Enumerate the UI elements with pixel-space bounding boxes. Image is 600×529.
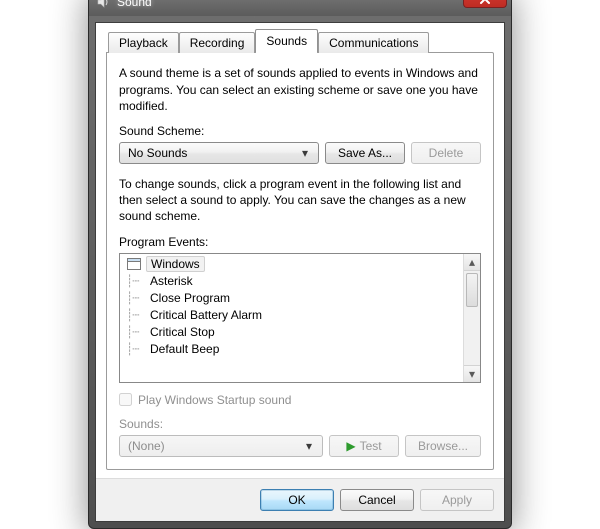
play-icon: ▶ [346, 439, 355, 453]
sound-app-icon [95, 0, 111, 10]
tree-item[interactable]: ┊┄Close Program [126, 290, 463, 307]
tree-item[interactable]: ┊┄Critical Stop [126, 324, 463, 341]
window-title: Sound [117, 0, 152, 9]
scheme-value: No Sounds [128, 146, 296, 160]
program-events-tree[interactable]: Windows ┊┄Asterisk ┊┄Close Program ┊┄Cri… [119, 253, 481, 383]
tab-communications[interactable]: Communications [318, 32, 429, 53]
save-as-button[interactable]: Save As... [325, 142, 405, 164]
scroll-track[interactable] [464, 271, 480, 365]
scheme-dropdown[interactable]: No Sounds ▾ [119, 142, 319, 164]
ok-button[interactable]: OK [260, 489, 334, 511]
tree-root-windows[interactable]: Windows [126, 256, 463, 273]
scheme-label: Sound Scheme: [119, 124, 481, 138]
tab-recording[interactable]: Recording [179, 32, 256, 53]
sound-dialog: Sound Playback Recording Sounds Communic… [88, 0, 512, 529]
tree-item[interactable]: ┊┄Critical Battery Alarm [126, 307, 463, 324]
test-button: ▶Test [329, 435, 399, 457]
tree-scrollbar[interactable]: ▴ ▾ [463, 254, 480, 382]
close-button[interactable] [463, 0, 507, 8]
close-icon [479, 0, 491, 4]
scroll-down-icon[interactable]: ▾ [464, 365, 480, 382]
titlebar[interactable]: Sound [89, 0, 511, 16]
client-area: Playback Recording Sounds Communications… [95, 22, 505, 521]
program-events-label: Program Events: [119, 235, 481, 249]
windows-category-icon [126, 257, 142, 271]
apply-button: Apply [420, 489, 494, 511]
delete-button: Delete [411, 142, 481, 164]
scroll-up-icon[interactable]: ▴ [464, 254, 480, 271]
startup-sound-input [119, 393, 132, 406]
tree-item[interactable]: ┊┄Default Beep [126, 341, 463, 358]
sounds-label: Sounds: [119, 417, 481, 431]
scheme-description: A sound theme is a set of sounds applied… [119, 65, 481, 114]
sounds-value: (None) [128, 439, 300, 453]
change-description: To change sounds, click a program event … [119, 176, 481, 225]
chevron-down-icon: ▾ [296, 146, 314, 160]
tab-playback[interactable]: Playback [108, 32, 179, 53]
scroll-thumb[interactable] [466, 273, 478, 307]
startup-sound-checkbox: Play Windows Startup sound [119, 393, 481, 407]
dialog-footer: OK Cancel Apply [96, 478, 504, 521]
tab-strip: Playback Recording Sounds Communications [108, 29, 494, 52]
tab-sounds[interactable]: Sounds [255, 29, 318, 52]
chevron-down-icon: ▾ [300, 439, 318, 453]
cancel-button[interactable]: Cancel [340, 489, 414, 511]
sounds-dropdown: (None) ▾ [119, 435, 323, 457]
tab-page-sounds: A sound theme is a set of sounds applied… [106, 52, 494, 469]
tree-item[interactable]: ┊┄Asterisk [126, 273, 463, 290]
browse-button: Browse... [405, 435, 481, 457]
